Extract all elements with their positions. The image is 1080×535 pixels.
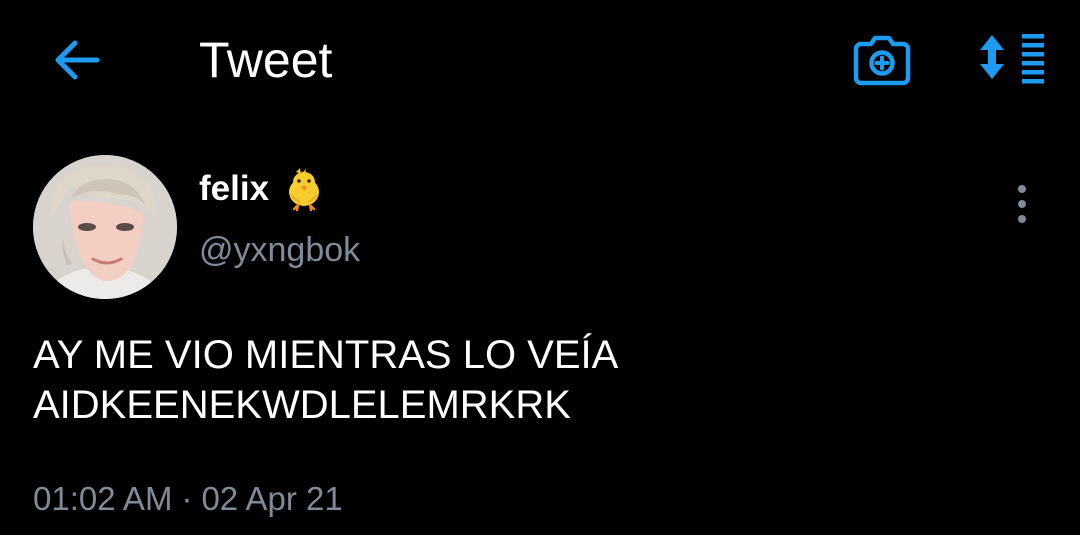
baby-chick-emoji-icon	[289, 168, 320, 212]
page-title: Tweet	[199, 32, 333, 88]
sort-list-icon	[980, 34, 1044, 84]
camera-plus-icon	[853, 35, 911, 86]
tweet-text-line: AY ME VIO MIENTRAS LO VEÍA	[33, 333, 619, 377]
more-vertical-icon	[1018, 185, 1026, 223]
author-handle[interactable]: @yxngbok	[199, 228, 360, 272]
tweet-time: 01:02 AM	[33, 480, 173, 517]
more-options-button[interactable]	[1000, 182, 1044, 226]
back-button[interactable]	[46, 34, 106, 86]
arrow-left-icon	[55, 40, 100, 80]
tweet-text-line: AIDKEENEKWDLELEMRKRK	[33, 383, 571, 427]
meta-separator: ·	[181, 480, 193, 517]
profile-photo	[33, 155, 177, 299]
tweet-timestamp: 01:02 AM · 02 Apr 21	[33, 478, 343, 520]
top-app-bar: Tweet	[0, 0, 1080, 125]
display-name[interactable]: felix	[199, 166, 269, 212]
tweet-date: 02 Apr 21	[201, 480, 343, 517]
tweet-text: AY ME VIO MIENTRAS LO VEÍA AIDKEENEKWDLE…	[33, 330, 1043, 430]
sort-button[interactable]	[974, 28, 1050, 88]
avatar[interactable]	[33, 155, 177, 299]
author-name-row: felix	[199, 166, 325, 212]
camera-button[interactable]	[850, 32, 914, 88]
